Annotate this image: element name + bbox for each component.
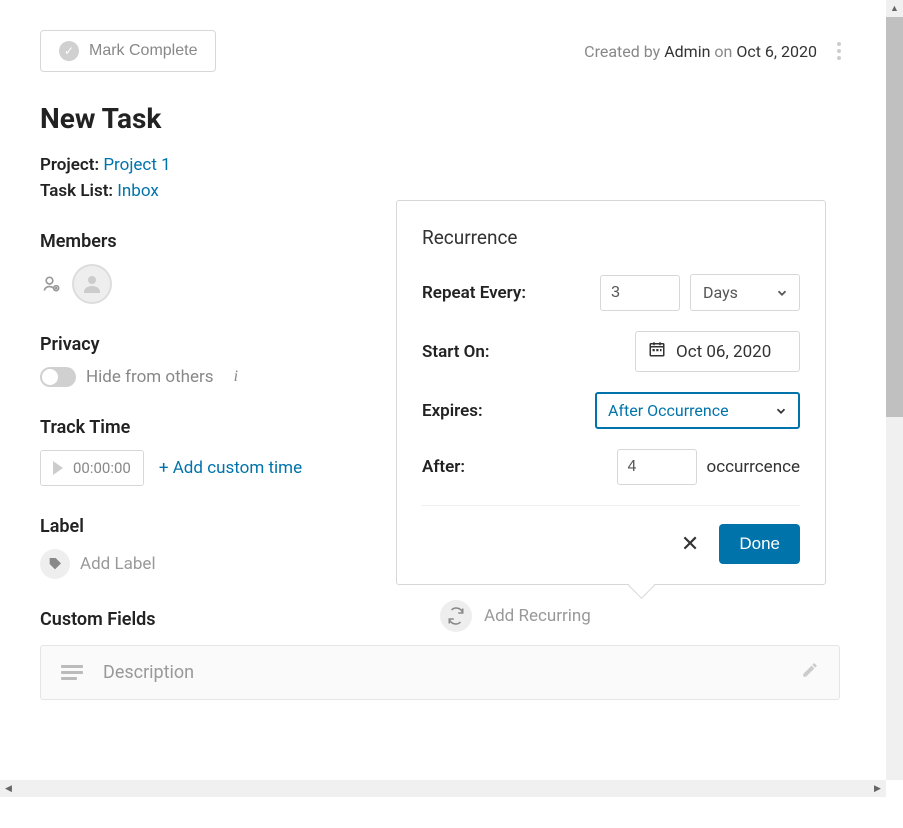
header-meta: Created by Admin on Oct 6, 2020 [584, 37, 846, 65]
recurring-icon[interactable] [440, 600, 472, 632]
tasklist-link[interactable]: Inbox [117, 181, 159, 201]
member-avatar[interactable] [72, 264, 112, 304]
created-by-user[interactable]: Admin [664, 42, 710, 61]
created-by-prefix: Created by [584, 42, 660, 61]
expires-select[interactable]: After Occurrence [595, 392, 800, 429]
scroll-right-arrow[interactable]: ▶ [869, 780, 886, 797]
project-link[interactable]: Project 1 [103, 155, 170, 175]
after-label: After: [422, 457, 465, 477]
info-icon[interactable]: i [234, 368, 238, 386]
tag-icon[interactable] [40, 549, 70, 579]
start-on-value: Oct 06, 2020 [676, 342, 771, 362]
check-circle-icon: ✓ [59, 41, 79, 61]
privacy-heading: Privacy [40, 334, 410, 355]
label-heading: Label [40, 516, 410, 537]
add-custom-time-link[interactable]: + Add custom time [159, 458, 302, 478]
created-on-date: Oct 6, 2020 [736, 42, 817, 61]
privacy-label: Hide from others [86, 367, 214, 387]
add-label-text[interactable]: Add Label [80, 554, 156, 574]
repeat-unit-value: Days [703, 283, 738, 302]
members-heading: Members [40, 231, 410, 252]
time-value: 00:00:00 [73, 459, 131, 477]
pencil-icon[interactable] [801, 661, 819, 684]
track-time-heading: Track Time [40, 417, 410, 438]
created-on-prefix: on [714, 42, 732, 61]
text-lines-icon [61, 665, 83, 680]
play-icon [53, 461, 63, 475]
tasklist-label: Task List: [40, 181, 113, 201]
start-on-datepicker[interactable]: Oct 06, 2020 [635, 331, 800, 372]
description-placeholder: Description [103, 662, 194, 683]
scrollbar-thumb[interactable] [886, 17, 903, 417]
add-member-icon[interactable] [40, 272, 64, 296]
chevron-down-icon [775, 286, 789, 300]
occurrence-text: occurrcence [707, 457, 800, 477]
expires-value: After Occurrence [608, 401, 729, 420]
horizontal-scrollbar[interactable]: ◀ ▶ [0, 780, 886, 797]
scroll-left-arrow[interactable]: ◀ [0, 780, 17, 797]
vertical-scrollbar[interactable]: ▲ [886, 0, 903, 780]
mark-complete-label: Mark Complete [89, 42, 197, 60]
start-on-label: Start On: [422, 342, 490, 362]
custom-fields-heading: Custom Fields [40, 609, 410, 630]
repeat-unit-select[interactable]: Days [690, 274, 800, 311]
recurrence-popup: Recurrence Repeat Every: Days Start On: … [396, 200, 826, 585]
chevron-down-icon [774, 404, 788, 418]
task-title: New Task [40, 102, 846, 135]
description-field[interactable]: Description [40, 645, 840, 700]
close-icon[interactable]: ✕ [681, 532, 699, 557]
project-label: Project: [40, 155, 99, 175]
more-icon[interactable] [832, 37, 846, 65]
calendar-icon [648, 340, 666, 363]
after-input[interactable] [617, 449, 697, 485]
done-button[interactable]: Done [719, 524, 800, 564]
add-recurring-text[interactable]: Add Recurring [484, 606, 591, 626]
privacy-toggle[interactable] [40, 367, 76, 387]
repeat-every-label: Repeat Every: [422, 283, 526, 303]
time-tracker[interactable]: 00:00:00 [40, 450, 144, 486]
scroll-up-arrow[interactable]: ▲ [886, 0, 903, 17]
mark-complete-button[interactable]: ✓ Mark Complete [40, 30, 216, 72]
recurrence-title: Recurrence [422, 226, 800, 249]
expires-label: Expires: [422, 401, 483, 421]
repeat-every-input[interactable] [600, 275, 680, 311]
